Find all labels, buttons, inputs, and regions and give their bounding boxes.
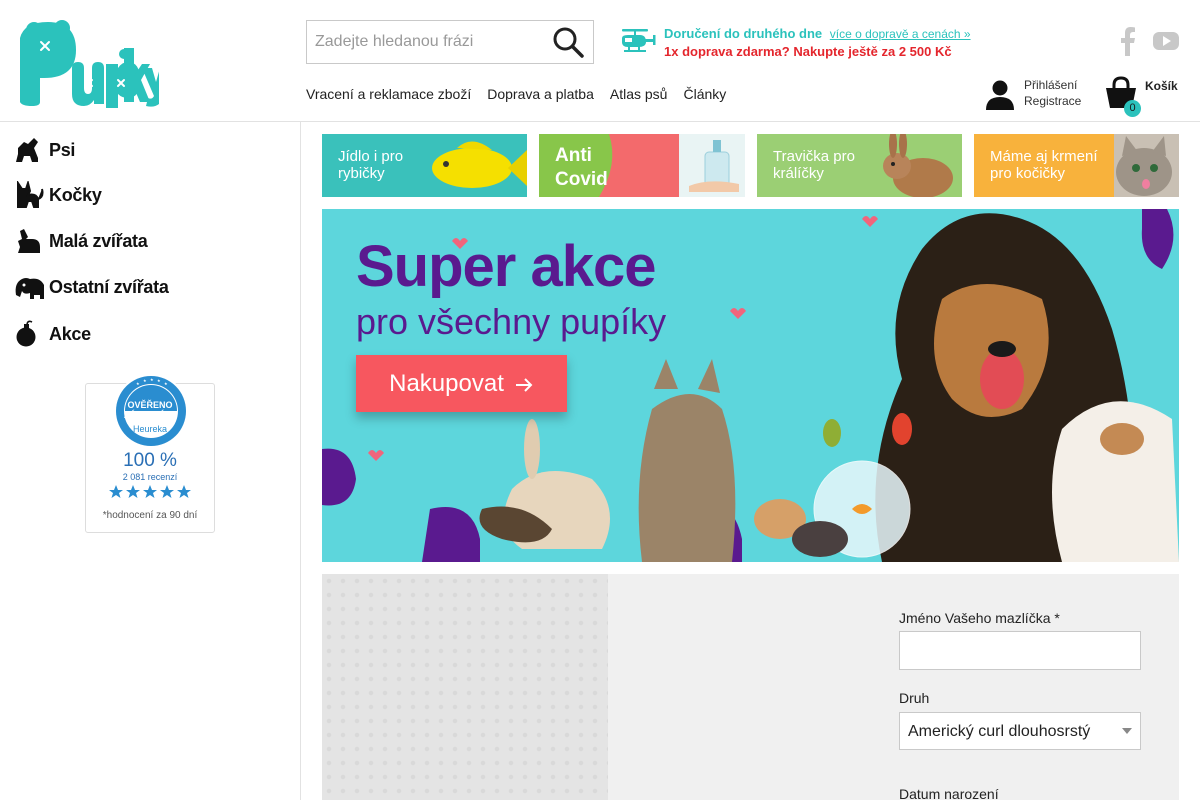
hero-banner[interactable]: Super akce pro všechny pupíky Nakupovat xyxy=(322,209,1179,562)
arrow-right-icon xyxy=(514,374,534,394)
decorative-pattern xyxy=(322,574,608,800)
bomb-icon xyxy=(14,320,46,348)
pet-name-input[interactable] xyxy=(900,632,1140,669)
banner-subtitle: pro všechny pupíky xyxy=(356,301,667,342)
tile-text-cat: Máme aj krmení pro kočičky xyxy=(990,148,1098,182)
site-header: Doručení do druhého dne více o dopravě a… xyxy=(0,0,1200,122)
sidebar-label-dogs: Psi xyxy=(49,139,76,160)
heureka-seal-text: OVĚŘENO ZÁKAZNÍKY xyxy=(124,400,176,420)
nav-returns[interactable]: Vracení a reklamace zboží xyxy=(306,86,471,102)
chevron-down-icon xyxy=(1122,728,1132,734)
heureka-badge[interactable]: ★ ★ ★ ★ ★ OVĚŘENO ZÁKAZNÍKY Heureka 100 % 2 … xyxy=(85,374,215,533)
nav-shipping-payment[interactable]: Doprava a platba xyxy=(487,86,594,102)
banner-title: Super akce xyxy=(356,234,657,299)
svg-text:★: ★ xyxy=(136,381,140,386)
heureka-brand: Heureka xyxy=(132,424,168,434)
rabbit-icon xyxy=(14,227,46,255)
tile-text-anticovid: Anti Covid xyxy=(555,145,608,190)
heureka-percent: 100 % xyxy=(123,450,177,471)
cart-count-badge: 0 xyxy=(1124,100,1141,117)
breed-label: Druh xyxy=(899,690,930,706)
svg-text:★: ★ xyxy=(143,378,147,383)
svg-text:★: ★ xyxy=(150,377,154,382)
pet-registration-section: Jméno Vašeho mazlíčka * Druh Americký cu… xyxy=(322,574,1179,800)
shop-now-label: Nakupovat xyxy=(389,369,504,397)
rating-stars-icon xyxy=(109,485,191,498)
search-icon[interactable] xyxy=(551,25,585,59)
register-link[interactable]: Registrace xyxy=(1024,94,1081,108)
dog-icon xyxy=(14,136,46,164)
delivery-headline: Doručení do druhého dne xyxy=(664,26,823,41)
promo-tile-fish[interactable]: Jídlo i pro rybičky xyxy=(322,134,527,197)
category-sidebar: Psi Kočky Malá zvířata Ostatní zvířata A… xyxy=(0,122,301,800)
free-shipping-notice: 1x doprava zdarma? Nakupte ještě za 2 50… xyxy=(664,44,952,59)
cart-label: Košík xyxy=(1145,79,1178,93)
delivery-info-link[interactable]: více o dopravě a cenách » xyxy=(830,27,971,41)
delivery-info: Doručení do druhého dne více o dopravě a… xyxy=(616,24,976,64)
heureka-note: *hodnocení za 90 dní xyxy=(102,510,198,521)
user-icon[interactable] xyxy=(984,78,1016,110)
promo-tile-anticovid[interactable]: Anti Covid xyxy=(539,134,745,197)
nav-dog-atlas[interactable]: Atlas psů xyxy=(610,86,668,102)
tile-text-rabbit: Travička pro králíčky xyxy=(773,148,855,182)
breed-select[interactable]: Americký curl dlouhosrstý xyxy=(899,712,1141,750)
sidebar-item-dogs[interactable]: Psi xyxy=(14,134,75,166)
tile-text-fish: Jídlo i pro rybičky xyxy=(338,148,404,182)
sidebar-item-sale[interactable]: Akce xyxy=(14,318,91,350)
sidebar-label-small-animals: Malá zvířata xyxy=(49,230,148,251)
shop-now-button[interactable]: Nakupovat xyxy=(356,355,567,412)
cart[interactable]: Košík 0 xyxy=(1104,76,1184,117)
search-box xyxy=(306,20,594,64)
sidebar-label-other-animals: Ostatní zvířata xyxy=(49,276,169,297)
login-link[interactable]: Přihlášení xyxy=(1024,78,1077,92)
birth-date-label: Datum narození xyxy=(899,786,999,800)
sidebar-label-cats: Kočky xyxy=(49,184,102,205)
svg-text:★: ★ xyxy=(157,378,161,383)
search-input[interactable] xyxy=(307,21,547,63)
main-nav: Vracení a reklamace zboží Doprava a plat… xyxy=(306,86,726,102)
promo-tile-rabbit[interactable]: Travička pro králíčky xyxy=(757,134,962,197)
account-area: Přihlášení Registrace xyxy=(984,76,1094,112)
cat-icon xyxy=(14,179,46,209)
helicopter-icon xyxy=(616,26,656,56)
sidebar-item-cats[interactable]: Kočky xyxy=(14,179,102,211)
pet-name-field-wrapper xyxy=(899,631,1141,670)
sidebar-item-small-animals[interactable]: Malá zvířata xyxy=(14,225,148,257)
heureka-review-count: 2 081 recenzí xyxy=(122,472,178,482)
svg-text:★: ★ xyxy=(164,381,168,386)
site-logo[interactable] xyxy=(14,18,160,108)
nav-articles[interactable]: Články xyxy=(683,86,726,102)
pupiky-logo-icon xyxy=(20,20,160,108)
pet-name-label: Jméno Vašeho mazlíčka * xyxy=(899,610,1060,626)
sidebar-item-other-animals[interactable]: Ostatní zvířata xyxy=(14,271,169,303)
elephant-icon xyxy=(14,273,46,301)
youtube-icon[interactable] xyxy=(1152,26,1180,56)
sidebar-label-sale: Akce xyxy=(49,323,91,344)
breed-selected-value: Americký curl dlouhosrstý xyxy=(908,723,1091,740)
promo-tile-cat[interactable]: Máme aj krmení pro kočičky xyxy=(974,134,1179,197)
facebook-icon[interactable] xyxy=(1120,26,1136,56)
